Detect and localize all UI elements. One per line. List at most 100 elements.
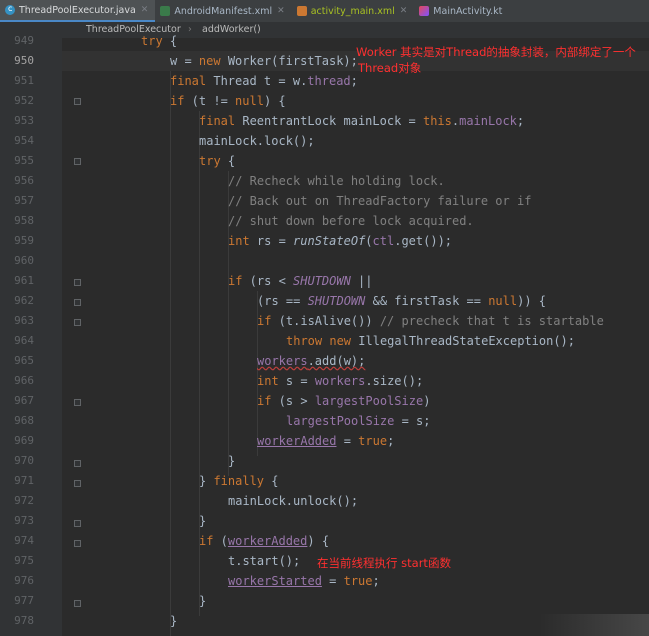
line-number: 965 — [14, 354, 34, 367]
code-text: int rs = runStateOf(ctl.get()); — [228, 234, 453, 248]
annotation-worker-line2: Thread对象 — [358, 61, 422, 75]
line-number: 960 — [14, 254, 34, 267]
code-line: 952 if (t != null) { — [0, 91, 649, 111]
line-number: 969 — [14, 434, 34, 447]
code-text: if (rs < SHUTDOWN || — [228, 274, 373, 288]
tab-label: MainActivity.kt — [433, 5, 503, 17]
line-number: 959 — [14, 234, 34, 247]
annotation-worker-line1: Worker 其实是对Thread的抽象封装，内部绑定了一个 — [356, 45, 636, 59]
code-text: workerAdded = true; — [257, 434, 395, 448]
line-number: 962 — [14, 294, 34, 307]
line-number: 976 — [14, 574, 34, 587]
code-comment: // Recheck while holding lock. — [228, 174, 445, 188]
line-number: 958 — [14, 214, 34, 227]
line-number: 974 — [14, 534, 34, 547]
code-line: 955 try { — [0, 151, 649, 171]
code-line: 963 if (t.isAlive()) // precheck that t … — [0, 311, 649, 331]
line-number: 966 — [14, 374, 34, 387]
code-line: 956 // Recheck while holding lock. — [0, 171, 649, 191]
code-text: largestPoolSize = s; — [286, 414, 431, 428]
tab-threadpoolexecutor[interactable]: c ThreadPoolExecutor.java ✕ — [0, 0, 156, 22]
code-text: } — [228, 454, 236, 468]
close-icon[interactable]: ✕ — [277, 6, 285, 16]
code-text: t.start(); — [228, 554, 301, 568]
code-line: 962 (rs == SHUTDOWN && firstTask == null… — [0, 291, 649, 311]
line-number: 953 — [14, 114, 34, 127]
code-line: 977 } — [0, 591, 649, 611]
code-line: 964 throw new IllegalThreadStateExceptio… — [0, 331, 649, 351]
line-number: 978 — [14, 614, 34, 627]
code-text: if (workerAdded) { — [199, 534, 330, 548]
code-line: 965 workers.add(w); — [0, 351, 649, 371]
code-line: 958 // shut down before lock acquired. — [0, 211, 649, 231]
code-text: (rs == SHUTDOWN && firstTask == null)) { — [257, 294, 547, 308]
tab-activity-main[interactable]: activity_main.xml ✕ — [292, 0, 415, 22]
code-text: try { — [141, 34, 178, 48]
code-line: 967 if (s > largestPoolSize) — [0, 391, 649, 411]
code-text: mainLock.lock(); — [199, 134, 315, 148]
line-number: 957 — [14, 194, 34, 207]
code-text: mainLock.unlock(); — [228, 494, 359, 508]
line-number: 975 — [14, 554, 34, 567]
code-text: } — [170, 614, 178, 628]
line-number: 961 — [14, 274, 34, 287]
line-number: 956 — [14, 174, 34, 187]
code-line: 969 workerAdded = true; — [0, 431, 649, 451]
line-number: 955 — [14, 154, 34, 167]
java-class-icon: c — [5, 4, 15, 15]
tab-mainactivity[interactable]: MainActivity.kt — [414, 0, 509, 22]
code-line: 954 mainLock.lock(); — [0, 131, 649, 151]
code-text: workerStarted = true; — [228, 574, 380, 588]
code-line: 966 int s = workers.size(); — [0, 371, 649, 391]
code-line: 953 final ReentrantLock mainLock = this.… — [0, 111, 649, 131]
code-text: workers.add(w); — [257, 354, 366, 368]
code-text: try { — [199, 154, 236, 168]
line-number: 949 — [14, 34, 34, 47]
line-number: 971 — [14, 474, 34, 487]
code-line: 972 mainLock.unlock(); — [0, 491, 649, 511]
line-number: 968 — [14, 414, 34, 427]
line-number: 950 — [14, 54, 34, 67]
annotation-start: 在当前线程执行 start函数 — [317, 556, 451, 570]
line-number: 951 — [14, 74, 34, 87]
code-line: 960 — [0, 251, 649, 271]
code-text: if (t != null) { — [170, 94, 286, 108]
code-text: final Thread t = w.thread; — [170, 74, 358, 88]
code-text: throw new IllegalThreadStateException(); — [286, 334, 576, 348]
tab-androidmanifest[interactable]: AndroidManifest.xml ✕ — [155, 0, 291, 22]
tab-label: AndroidManifest.xml — [174, 5, 273, 17]
code-line: 974 if (workerAdded) { — [0, 531, 649, 551]
xml-file-icon — [160, 6, 171, 16]
line-number: 973 — [14, 514, 34, 527]
code-line: 970 } — [0, 451, 649, 471]
code-comment: // Back out on ThreadFactory failure or … — [228, 194, 532, 208]
code-line: 959 int rs = runStateOf(ctl.get()); — [0, 231, 649, 251]
watermark-area — [539, 614, 649, 636]
code-comment: // shut down before lock acquired. — [228, 214, 474, 228]
code-line: 961 if (rs < SHUTDOWN || — [0, 271, 649, 291]
tab-label: activity_main.xml — [310, 5, 395, 17]
code-line: 951 final Thread t = w.thread; — [0, 71, 649, 91]
code-text: } — [199, 594, 207, 608]
code-text: w = new Worker(firstTask); — [170, 54, 358, 68]
tab-label: ThreadPoolExecutor.java — [19, 4, 136, 16]
line-number: 954 — [14, 134, 34, 147]
code-line: 968 largestPoolSize = s; — [0, 411, 649, 431]
line-number: 963 — [14, 314, 34, 327]
line-number: 970 — [14, 454, 34, 467]
code-line: 957 // Back out on ThreadFactory failure… — [0, 191, 649, 211]
code-line: 971 } finally { — [0, 471, 649, 491]
close-icon[interactable]: ✕ — [400, 6, 408, 16]
line-number: 977 — [14, 594, 34, 607]
code-line: 973 } — [0, 511, 649, 531]
code-text: final ReentrantLock mainLock = this.main… — [199, 114, 525, 128]
code-text: int s = workers.size(); — [257, 374, 424, 388]
code-text: } finally { — [199, 474, 279, 488]
line-number: 967 — [14, 394, 34, 407]
line-number: 972 — [14, 494, 34, 507]
line-number: 964 — [14, 334, 34, 347]
editor-tab-bar: c ThreadPoolExecutor.java ✕ AndroidManif… — [0, 0, 649, 23]
code-text: } — [199, 514, 207, 528]
layout-file-icon — [296, 6, 307, 16]
close-icon[interactable]: ✕ — [141, 5, 149, 15]
